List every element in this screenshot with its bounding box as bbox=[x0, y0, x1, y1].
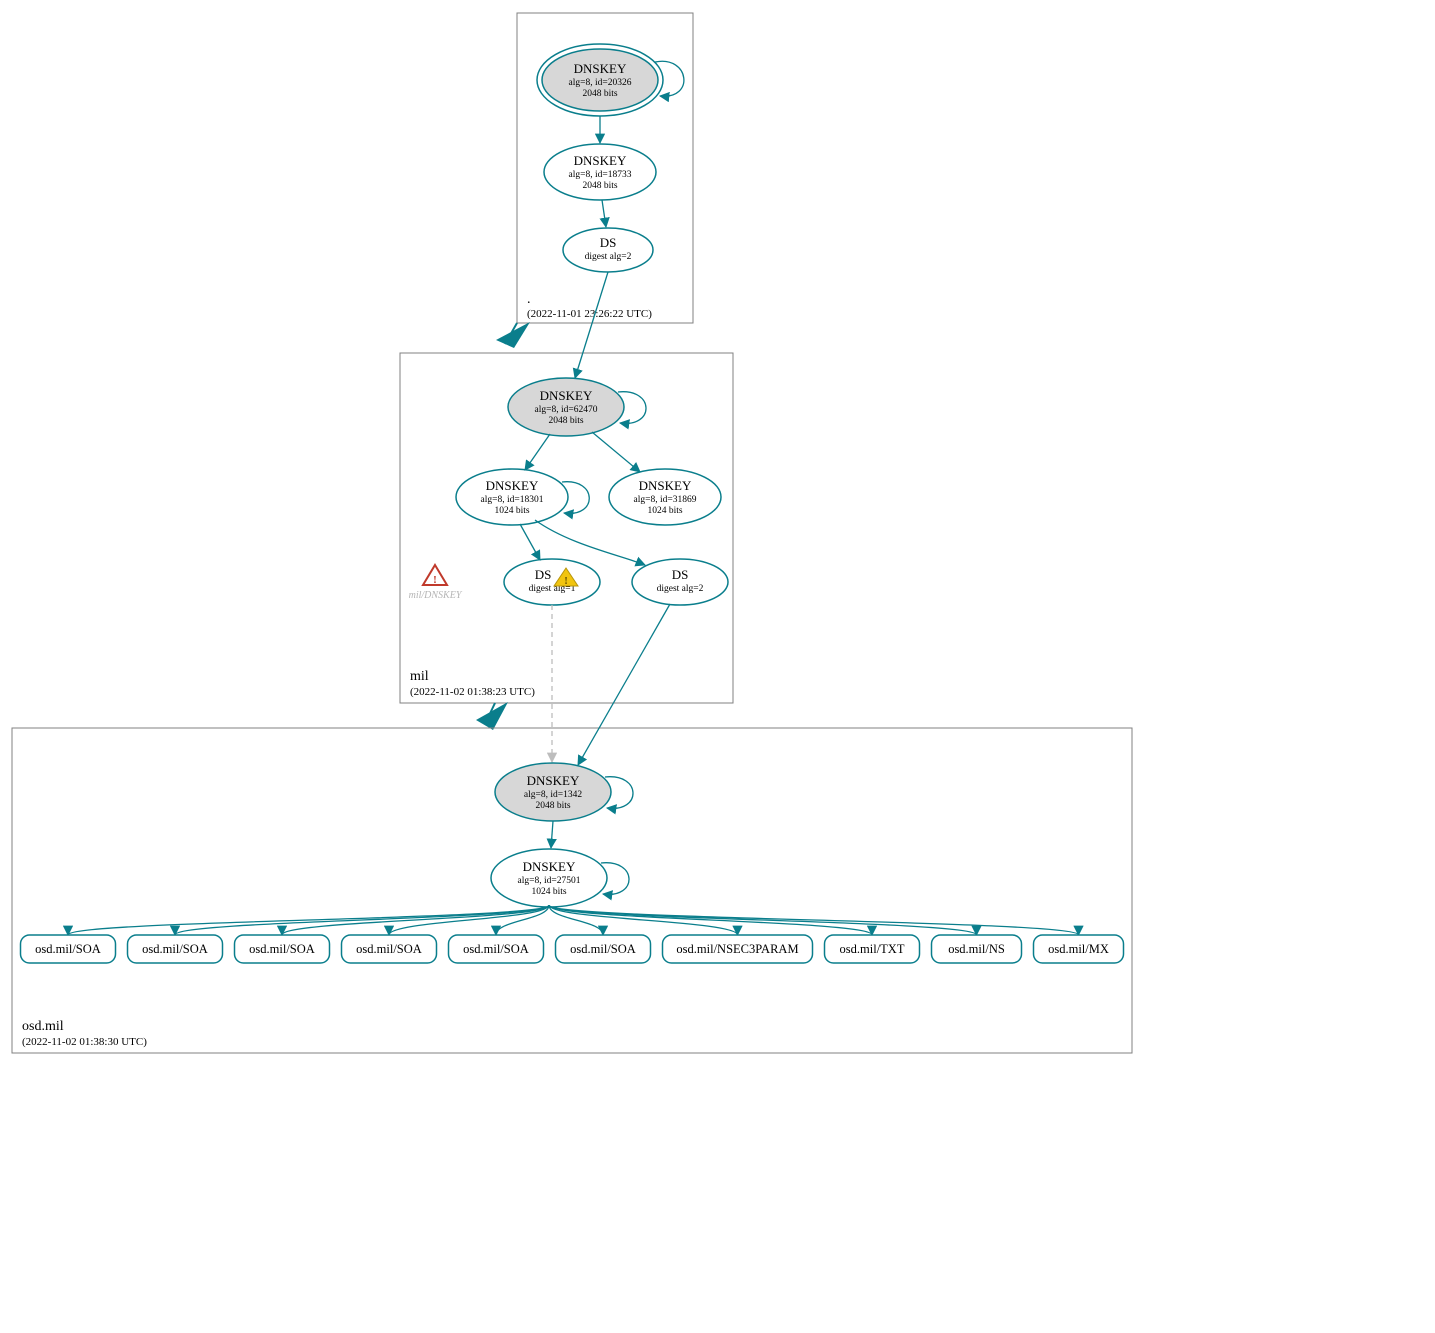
svg-text:digest alg=2: digest alg=2 bbox=[585, 252, 632, 262]
rrset-label: osd.mil/MX bbox=[1048, 942, 1109, 956]
edge bbox=[602, 200, 606, 227]
edge bbox=[175, 905, 549, 935]
zone-mil-sublabel: (2022-11-02 01:38:23 UTC) bbox=[410, 686, 535, 698]
svg-text:2048 bits: 2048 bits bbox=[582, 181, 617, 191]
dnssec-graph: . (2022-11-01 23:26:22 UTC) DNSKEY alg=8… bbox=[0, 0, 1435, 1333]
svg-text:digest alg=2: digest alg=2 bbox=[657, 584, 704, 594]
rrset-label: osd.mil/SOA bbox=[356, 942, 422, 956]
edge bbox=[578, 604, 670, 765]
node-root-ds: DS digest alg=2 bbox=[563, 228, 653, 272]
edge bbox=[535, 520, 645, 565]
zone-osd-sublabel: (2022-11-02 01:38:30 UTC) bbox=[22, 1036, 147, 1048]
node-mil-zsk: DNSKEY alg=8, id=18301 1024 bits bbox=[456, 469, 589, 525]
edge bbox=[68, 905, 549, 935]
svg-text:1024 bits: 1024 bits bbox=[494, 506, 529, 516]
svg-text:!: ! bbox=[433, 574, 437, 586]
svg-text:DS: DS bbox=[600, 235, 617, 250]
edge bbox=[549, 905, 977, 935]
svg-text:DNSKEY: DNSKEY bbox=[574, 61, 627, 76]
edge bbox=[520, 524, 540, 560]
svg-text:2048 bits: 2048 bits bbox=[582, 89, 617, 99]
edge bbox=[551, 821, 553, 848]
svg-text:alg=8, id=1342: alg=8, id=1342 bbox=[524, 790, 582, 800]
node-mil-dnskey-warning: ! mil/DNSKEY bbox=[409, 565, 463, 601]
node-mil-ds1: DS digest alg=1 ! bbox=[504, 559, 600, 605]
rrset-label: osd.mil/TXT bbox=[840, 942, 905, 956]
svg-text:alg=8, id=18301: alg=8, id=18301 bbox=[481, 495, 544, 505]
node-osd-zsk: DNSKEY alg=8, id=27501 1024 bits bbox=[491, 849, 629, 907]
delegation-arrow bbox=[496, 322, 530, 348]
rrset-label: osd.mil/SOA bbox=[249, 942, 315, 956]
rrset-leaves: osd.mil/SOA osd.mil/SOA osd.mil/SOA osd.mil… bbox=[21, 905, 1124, 963]
svg-text:DNSKEY: DNSKEY bbox=[486, 478, 539, 493]
zone-root-label: . bbox=[527, 292, 531, 307]
svg-text:2048 bits: 2048 bits bbox=[548, 416, 583, 426]
rrset-label: osd.mil/SOA bbox=[463, 942, 529, 956]
svg-text:DNSKEY: DNSKEY bbox=[540, 388, 593, 403]
rrset-label: osd.mil/NS bbox=[948, 942, 1005, 956]
svg-text:2048 bits: 2048 bits bbox=[535, 801, 570, 811]
svg-text:DS: DS bbox=[535, 567, 552, 582]
svg-text:alg=8, id=20326: alg=8, id=20326 bbox=[569, 78, 632, 88]
svg-text:alg=8, id=18733: alg=8, id=18733 bbox=[569, 170, 632, 180]
zone-osd-label: osd.mil bbox=[22, 1019, 64, 1034]
zone-root-sublabel: (2022-11-01 23:26:22 UTC) bbox=[527, 308, 652, 320]
svg-text:DNSKEY: DNSKEY bbox=[574, 153, 627, 168]
svg-text:DNSKEY: DNSKEY bbox=[527, 773, 580, 788]
svg-text:1024 bits: 1024 bits bbox=[647, 506, 682, 516]
rrset-label: osd.mil/SOA bbox=[35, 942, 101, 956]
edge bbox=[525, 434, 550, 470]
edge bbox=[592, 432, 640, 472]
svg-text:!: ! bbox=[564, 576, 567, 587]
delegation-arrow bbox=[476, 702, 508, 730]
node-mil-ksk: DNSKEY alg=8, id=62470 2048 bits bbox=[508, 378, 646, 436]
node-mil-zsk2: DNSKEY alg=8, id=31869 1024 bits bbox=[609, 469, 721, 525]
svg-text:DNSKEY: DNSKEY bbox=[523, 859, 576, 874]
node-mil-ds2: DS digest alg=2 bbox=[632, 559, 728, 605]
edge bbox=[549, 905, 1079, 935]
node-root-zsk: DNSKEY alg=8, id=18733 2048 bits bbox=[544, 144, 656, 200]
rrset-label: osd.mil/SOA bbox=[142, 942, 208, 956]
rrset-label: osd.mil/NSEC3PARAM bbox=[676, 942, 798, 956]
svg-text:alg=8, id=31869: alg=8, id=31869 bbox=[634, 495, 697, 505]
node-root-ksk: DNSKEY alg=8, id=20326 2048 bits bbox=[537, 44, 684, 116]
node-osd-ksk: DNSKEY alg=8, id=1342 2048 bits bbox=[495, 763, 633, 821]
svg-text:1024 bits: 1024 bits bbox=[531, 887, 566, 897]
svg-text:DS: DS bbox=[672, 567, 689, 582]
rrset-label: osd.mil/SOA bbox=[570, 942, 636, 956]
svg-text:alg=8, id=27501: alg=8, id=27501 bbox=[518, 876, 581, 886]
edge bbox=[575, 272, 608, 378]
svg-text:mil/DNSKEY: mil/DNSKEY bbox=[409, 590, 463, 601]
svg-text:DNSKEY: DNSKEY bbox=[639, 478, 692, 493]
zone-mil-label: mil bbox=[410, 669, 429, 684]
svg-text:alg=8, id=62470: alg=8, id=62470 bbox=[535, 405, 598, 415]
